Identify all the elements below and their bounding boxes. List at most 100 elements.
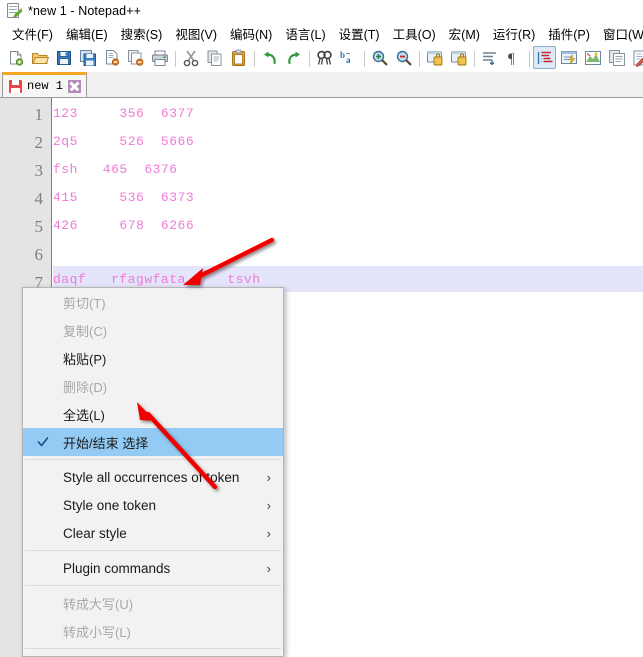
menu-search[interactable]: 搜索(S)	[115, 22, 170, 45]
ctx-style-one-token[interactable]: Style one token ›	[23, 491, 283, 519]
toolbar-separator	[251, 49, 258, 67]
ctx-item-label: 剪切(T)	[63, 295, 106, 311]
open-file-icon[interactable]	[28, 46, 51, 69]
menu-encoding[interactable]: 编码(N)	[224, 22, 279, 45]
chevron-right-icon: ›	[266, 525, 271, 541]
ctx-item-label: Plugin commands	[63, 560, 171, 576]
ctx-item-label: 复制(C)	[63, 323, 108, 339]
ctx-clear-style[interactable]: Clear style ›	[23, 519, 283, 547]
notepad-plus-plus-icon	[6, 3, 22, 19]
document-list-icon[interactable]	[605, 46, 628, 69]
ctx-plugin-commands[interactable]: Plugin commands ›	[23, 554, 283, 582]
ctx-copy[interactable]: 复制(C)	[23, 316, 283, 344]
menu-language[interactable]: 语言(L)	[279, 22, 332, 45]
copy-icon[interactable]	[203, 46, 226, 69]
indent-guideline-icon[interactable]	[533, 46, 556, 69]
menu-tools[interactable]: 工具(O)	[387, 22, 443, 45]
menu-macro[interactable]: 宏(M)	[443, 22, 487, 45]
redo-icon[interactable]	[282, 46, 305, 69]
ctx-select-all[interactable]: 全选(L)	[23, 400, 283, 428]
line-number: 2	[34, 133, 44, 152]
menu-bar: 文件(F) 编辑(E) 搜索(S) 视图(V) 编码(N) 语言(L) 设置(T…	[0, 22, 643, 44]
toolbar-separator	[416, 49, 423, 67]
code-line: 426 678 6266	[53, 218, 195, 233]
cut-icon[interactable]	[179, 46, 202, 69]
save-all-icon[interactable]	[76, 46, 99, 69]
menu-view[interactable]: 视图(V)	[169, 22, 224, 45]
find-icon[interactable]	[313, 46, 336, 69]
ctx-style-all-occurrences[interactable]: Style all occurrences of token ›	[23, 463, 283, 491]
close-file-icon[interactable]	[100, 46, 123, 69]
save-icon[interactable]	[52, 46, 75, 69]
menu-settings[interactable]: 设置(T)	[333, 22, 387, 45]
paste-icon[interactable]	[227, 46, 250, 69]
zoom-out-icon[interactable]	[392, 46, 415, 69]
zoom-in-icon[interactable]	[368, 46, 391, 69]
sync-vertical-scroll-icon[interactable]	[423, 46, 446, 69]
notepadpp-window: *new 1 - Notepad++ 文件(F) 编辑(E) 搜索(S) 视图(…	[0, 0, 643, 657]
ctx-item-label: 全选(L)	[63, 407, 105, 423]
window-title: *new 1 - Notepad++	[28, 4, 141, 18]
show-all-characters-icon[interactable]: ¶	[502, 46, 525, 69]
menu-file[interactable]: 文件(F)	[6, 22, 60, 45]
line-number: 4	[34, 189, 44, 208]
line-number: 5	[34, 217, 44, 236]
unsaved-document-icon	[9, 79, 22, 93]
ctx-open-file[interactable]: 打开文件	[23, 652, 283, 656]
ctx-item-label: 删除(D)	[63, 379, 108, 395]
toolbar-separator	[306, 49, 313, 67]
toolbar: b a ¶	[0, 44, 643, 72]
replace-icon[interactable]: b a	[337, 46, 360, 69]
ctx-to-uppercase[interactable]: 转成大写(U)	[23, 589, 283, 617]
print-icon[interactable]	[148, 46, 171, 69]
ctx-cut[interactable]: 剪切(T)	[23, 288, 283, 316]
chevron-right-icon: ›	[266, 560, 271, 576]
close-all-files-icon[interactable]	[124, 46, 147, 69]
sync-horizontal-scroll-icon[interactable]	[447, 46, 470, 69]
svg-text:a: a	[346, 55, 351, 65]
ctx-item-label: Style all occurrences of token	[63, 469, 240, 485]
chevron-right-icon: ›	[266, 497, 271, 513]
svg-text:b: b	[340, 50, 345, 60]
check-icon	[37, 436, 49, 448]
menu-run[interactable]: 运行(R)	[487, 22, 542, 45]
code-line: fsh 465 6376	[53, 162, 178, 177]
tab-new-1[interactable]: new 1	[2, 72, 88, 97]
line-number: 6	[34, 245, 44, 264]
menu-separator	[25, 550, 281, 551]
new-file-icon[interactable]	[4, 46, 27, 69]
toolbar-separator	[526, 49, 533, 67]
ctx-item-label: 开始/结束 选择	[63, 435, 149, 451]
undo-icon[interactable]	[258, 46, 281, 69]
line-number: 1	[34, 105, 44, 124]
document-map-icon[interactable]	[581, 46, 604, 69]
menu-separator	[25, 585, 281, 586]
ctx-paste[interactable]: 粘贴(P)	[23, 344, 283, 372]
toolbar-separator	[471, 49, 478, 67]
word-wrap-icon[interactable]	[478, 46, 501, 69]
chevron-right-icon: ›	[266, 469, 271, 485]
line-number: 3	[34, 161, 44, 180]
ctx-item-label: 粘贴(P)	[63, 351, 107, 367]
ctx-begin-end-select[interactable]: 开始/结束 选择	[23, 428, 283, 456]
menu-window[interactable]: 窗口(W)	[597, 22, 643, 45]
function-list-icon[interactable]	[629, 46, 643, 69]
toolbar-separator	[361, 49, 368, 67]
toolbar-separator	[172, 49, 179, 67]
ctx-item-label: Clear style	[63, 525, 127, 541]
code-line: 123 356 6377	[53, 106, 195, 121]
code-line: 2q5 526 5666	[53, 134, 195, 149]
menu-edit[interactable]: 编辑(E)	[60, 22, 115, 45]
menu-plugins[interactable]: 插件(P)	[542, 22, 597, 45]
close-icon[interactable]	[68, 79, 82, 93]
user-defined-dialog-icon[interactable]	[557, 46, 580, 69]
editor-context-menu: 剪切(T) 复制(C) 粘贴(P) 删除(D) 全选(L) 开始/结束 选择 S…	[22, 287, 284, 657]
title-bar: *new 1 - Notepad++	[0, 0, 643, 22]
ctx-delete[interactable]: 删除(D)	[23, 372, 283, 400]
ctx-item-label: 转成大写(U)	[63, 596, 134, 612]
code-line: 415 536 6373	[53, 190, 195, 205]
svg-text:¶: ¶	[508, 51, 515, 67]
ctx-to-lowercase[interactable]: 转成小写(L)	[23, 617, 283, 645]
menu-separator	[25, 648, 281, 649]
